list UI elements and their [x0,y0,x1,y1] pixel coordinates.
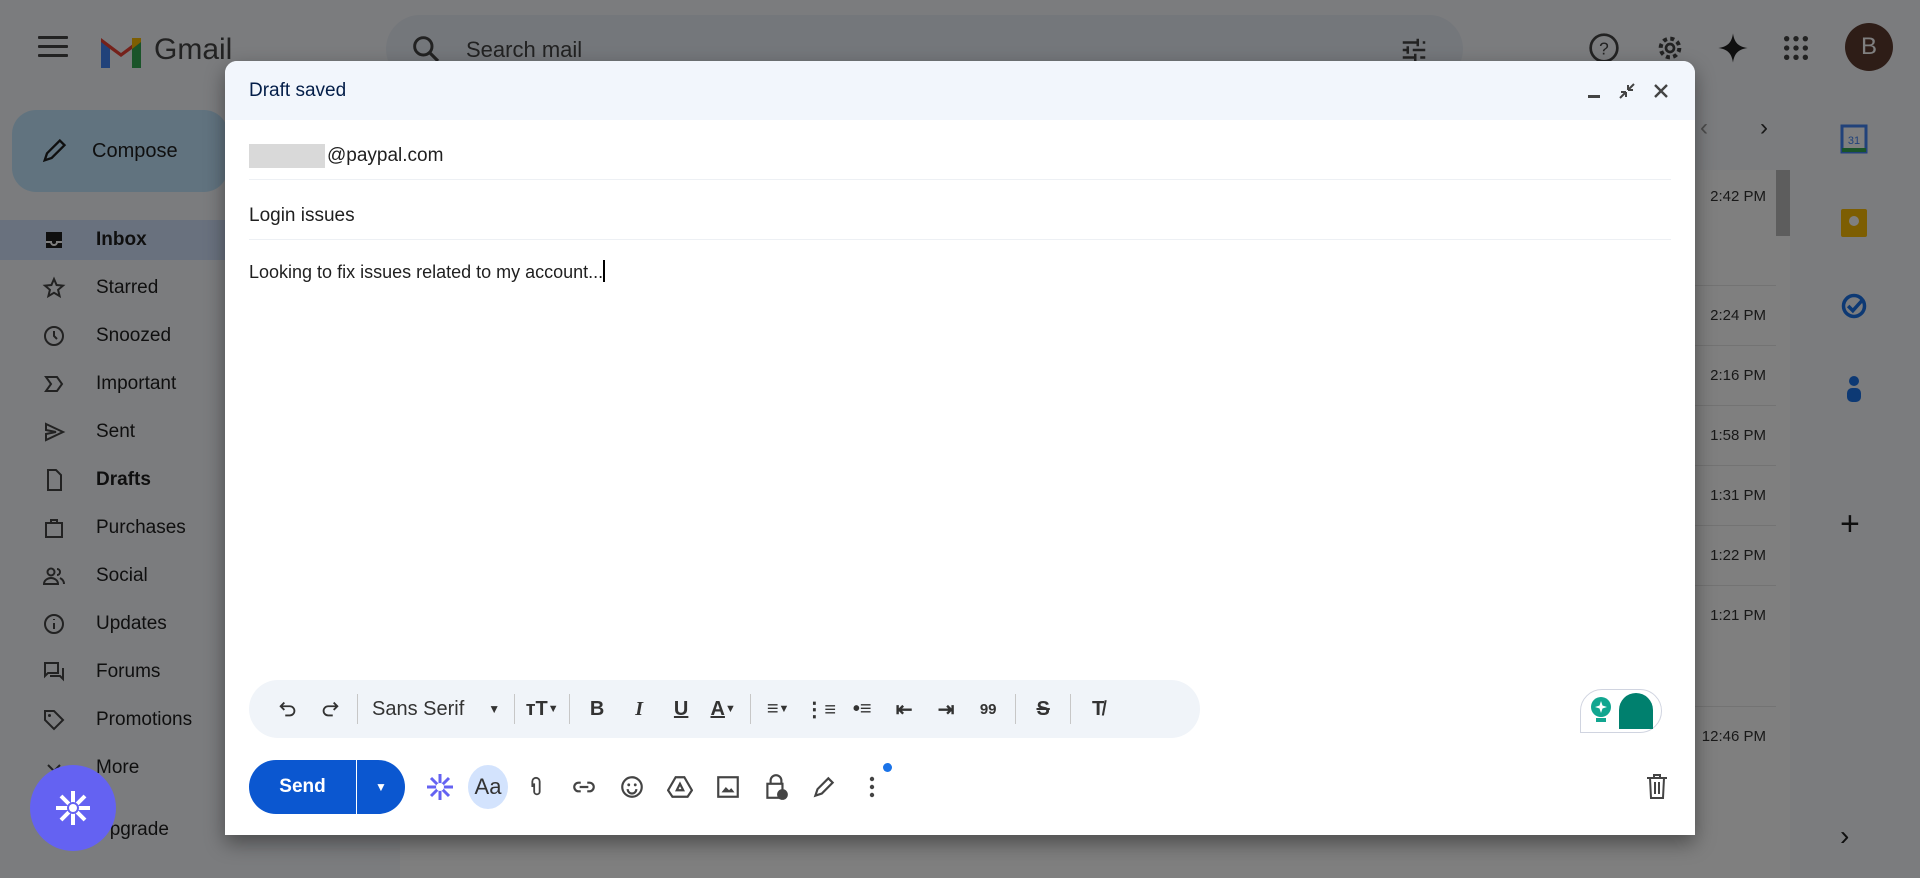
discard-draft-trash-icon[interactable] [1645,772,1669,800]
lightbulb-icon [1591,697,1611,722]
subject-field[interactable]: Login issues [249,192,1671,240]
caret-down-icon: ▼ [375,780,387,794]
indent-more-icon[interactable]: ⇥ [927,689,965,729]
divider [1015,694,1017,724]
font-select[interactable]: Sans Serif ▼ [366,689,506,729]
assistant-asterisk-icon[interactable] [420,765,460,809]
subject-text: Login issues [249,204,355,226]
close-icon[interactable] [1651,81,1671,101]
bold-icon[interactable]: B [578,689,616,729]
bulleted-list-icon[interactable]: •≡ [843,689,881,729]
compose-title: Draft saved [249,79,347,101]
notification-dot [883,763,892,772]
exit-fullscreen-icon[interactable] [1617,81,1637,101]
caret-down-icon: ▼ [488,702,501,716]
quote-icon[interactable]: 99 [969,689,1007,729]
grammar-logo-icon [1619,693,1653,729]
underline-icon[interactable]: U [662,689,700,729]
italic-icon[interactable]: I [620,689,658,729]
divider [569,694,571,724]
attach-file-icon[interactable] [516,765,556,809]
formatting-options-button[interactable]: Aa [468,765,508,809]
align-icon[interactable]: ≡ ▼ [759,689,797,729]
confidential-mode-icon[interactable] [756,765,796,809]
redacted-recipient [249,143,325,168]
undo-icon[interactable] [269,689,307,729]
minimize-icon[interactable] [1585,82,1603,100]
remove-formatting-icon[interactable]: T̸ [1079,689,1117,729]
to-field[interactable]: @paypal.com [249,132,1671,180]
strikethrough-icon[interactable]: S [1024,689,1062,729]
body-editor[interactable]: Looking to fix issues related to my acco… [249,260,606,283]
grammar-assistant-widget[interactable] [1580,689,1662,733]
assistant-fab-button[interactable] [30,765,116,851]
formatting-toolbar: Sans Serif ▼ тT ▼ B I U A ▼ ≡ ▼ ⋮≡ •≡ ⇤ ⇥ 99… [249,680,1200,738]
numbered-list-icon[interactable]: ⋮≡ [801,689,839,729]
divider [750,694,752,724]
to-domain: @paypal.com [327,144,444,166]
indent-less-icon[interactable]: ⇤ [885,689,923,729]
signature-pen-icon[interactable] [804,765,844,809]
font-name: Sans Serif [372,697,465,720]
insert-link-icon[interactable] [564,765,604,809]
schedule-send-dropdown[interactable]: ▼ [357,760,405,814]
google-drive-icon[interactable] [660,765,700,809]
asterisk-icon [56,791,90,825]
body-text: Looking to fix issues related to my acco… [249,262,604,282]
compose-dialog: Draft saved @paypal.com Login issues Loo… [225,61,1695,835]
emoji-icon[interactable] [612,765,652,809]
text-color-icon[interactable]: A ▼ [704,689,742,729]
send-button[interactable]: Send ▼ [249,760,405,814]
more-options-icon[interactable] [852,763,892,809]
text-size-icon[interactable]: тT ▼ [523,689,561,729]
divider [1070,694,1072,724]
redo-icon[interactable] [311,689,349,729]
text-caret [603,260,606,282]
insert-photo-icon[interactable] [708,765,748,809]
divider [514,694,516,724]
divider [357,694,358,724]
compose-actions: Aa [420,763,892,809]
compose-header: Draft saved [225,61,1695,120]
send-label[interactable]: Send [249,760,357,814]
